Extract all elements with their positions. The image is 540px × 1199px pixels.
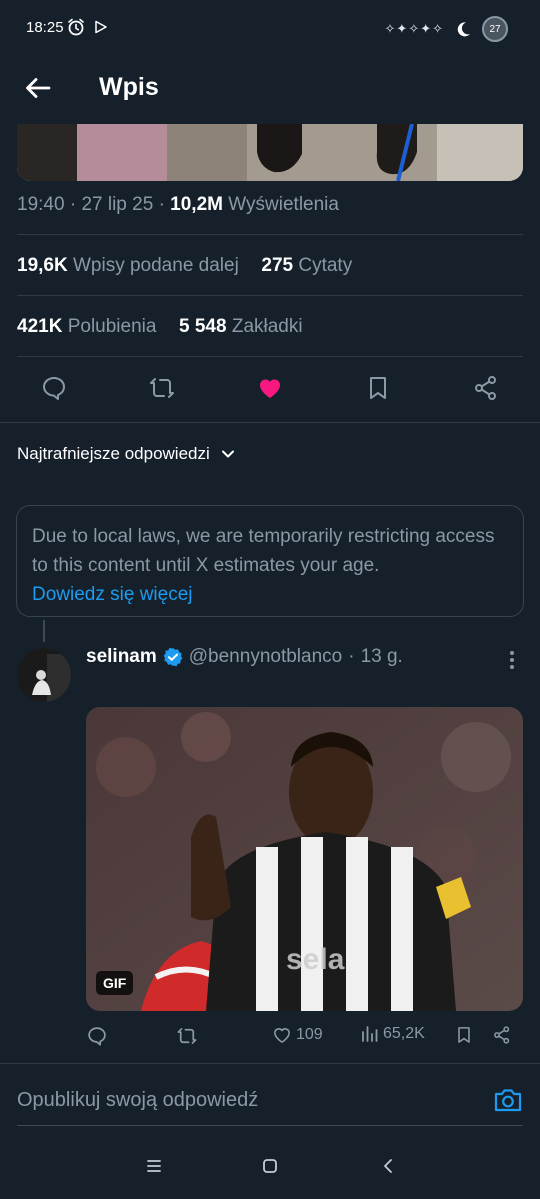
reposts-stat[interactable]: 19,6K Wpisy podane dalej [17,255,244,276]
author-handle[interactable]: @bennynotblanco [189,646,342,668]
tweet-like-count: 109 [296,1026,323,1043]
handle-separator: · [348,646,355,667]
repost-icon[interactable] [148,374,176,402]
age-restriction-notice: Due to local laws, we are temporarily re… [16,505,524,617]
avatar[interactable] [17,648,71,702]
jersey-text: sela [286,943,345,976]
alarm-icon [68,18,84,36]
reply-compose-bar: Opublikuj swoją odpowiedź [0,1064,540,1126]
system-nav-bar [0,1140,540,1199]
replies-sort-label: Najtrafniejsze odpowiedzi [17,444,210,463]
reply-input[interactable]: Opublikuj swoją odpowiedź [17,1089,258,1112]
status-bar: 18:25 ✧✦✧✦✧ 27 [0,0,540,58]
meta-separator: · [158,194,171,215]
recent-apps-icon[interactable] [144,1156,164,1176]
home-icon[interactable] [260,1156,280,1176]
post-date: 27 lip 25 [81,194,154,215]
avatar-image [17,648,71,702]
tweet-like-button[interactable]: 109 [272,1025,323,1045]
play-store-icon [95,20,107,34]
status-right-icons: ✧✦✧✦✧ 27 [385,16,508,42]
verified-badge-icon [163,647,183,667]
bookmarks-stat[interactable]: 5 548 Zakładki [179,316,303,337]
quotes-label: Cytaty [298,255,353,276]
bookmark-icon[interactable] [364,374,392,402]
stats-row-likes: 421K Polubienia 5 548 Zakładki [17,316,303,338]
share-icon [494,1026,510,1044]
repost-icon [177,1028,197,1044]
system-back-icon[interactable] [378,1156,398,1176]
reply-tweet-actions: 109 65,2K [86,1023,523,1051]
reposts-label: Wpisy podane dalej [72,255,239,276]
views-label: Wyświetlenia [228,194,339,215]
tweet-age: 13 g. [360,646,403,667]
tweet-repost-button[interactable] [176,1025,198,1047]
gif-media[interactable]: sela GIF [86,707,523,1011]
moon-icon [457,22,470,37]
likes-count: 421K [17,316,63,337]
more-options-icon[interactable] [502,648,522,672]
sparkles-icon: ✧✦✧✦✧ [384,21,444,36]
likes-stat[interactable]: 421K Polubienia [17,316,162,337]
post-image[interactable] [17,124,523,181]
notice-text: Due to local laws, we are temporarily re… [32,526,495,576]
author-name[interactable]: selinam [86,646,157,668]
divider [17,356,523,357]
gif-badge: GIF [96,971,134,995]
views-count: 10,2M [170,194,223,215]
camera-icon[interactable] [493,1086,523,1114]
gif-image: sela [86,707,523,1011]
post-time: 19:40 [17,194,65,215]
share-icon[interactable] [472,374,500,402]
quotes-count: 275 [261,255,294,276]
meta-separator: · [69,194,82,215]
tweet-reply-button[interactable] [86,1025,108,1047]
bookmarks-count: 5 548 [179,316,227,337]
thread-connector [43,620,45,642]
status-left-icons [66,17,108,37]
reposts-count: 19,6K [17,255,68,276]
back-arrow-icon[interactable] [22,72,54,104]
likes-label: Polubienia [67,316,157,337]
status-time: 18:25 [26,19,64,36]
divider [17,234,523,235]
tweet-view-count: 65,2K [383,1025,425,1042]
post-meta: 19:40 · 27 lip 25 · 10,2M Wyświetlenia [17,194,339,216]
tweet-views-button[interactable]: 65,2K [361,1025,425,1043]
bookmarks-label: Zakładki [231,316,303,337]
like-icon[interactable] [256,374,284,402]
divider [0,422,540,423]
reply-tweet-header: selinam @bennynotblanco · 13 g. [86,646,403,668]
heart-outline-icon [274,1028,290,1043]
views-chart-icon [362,1026,378,1042]
stats-row-reposts: 19,6K Wpisy podane dalej 275 Cytaty [17,255,352,277]
reply-icon[interactable] [40,374,68,402]
learn-more-link[interactable]: Dowiedz się więcej [32,584,193,605]
tweet-bookmark-button[interactable] [454,1025,474,1045]
reply-icon [88,1027,106,1046]
divider [17,295,523,296]
post-actions [0,370,540,410]
page-title: Wpis [99,73,159,101]
tweet-share-button[interactable] [492,1025,512,1045]
bookmark-icon [458,1027,470,1043]
quotes-stat[interactable]: 275 Cytaty [261,255,352,276]
header: Wpis [0,58,540,120]
chevron-down-icon [221,450,234,458]
reply-input-underline [17,1125,523,1126]
post-image-art [17,124,523,181]
notification-badge: 27 [482,16,508,42]
replies-sort-dropdown[interactable]: Najtrafniejsze odpowiedzi [17,444,236,464]
